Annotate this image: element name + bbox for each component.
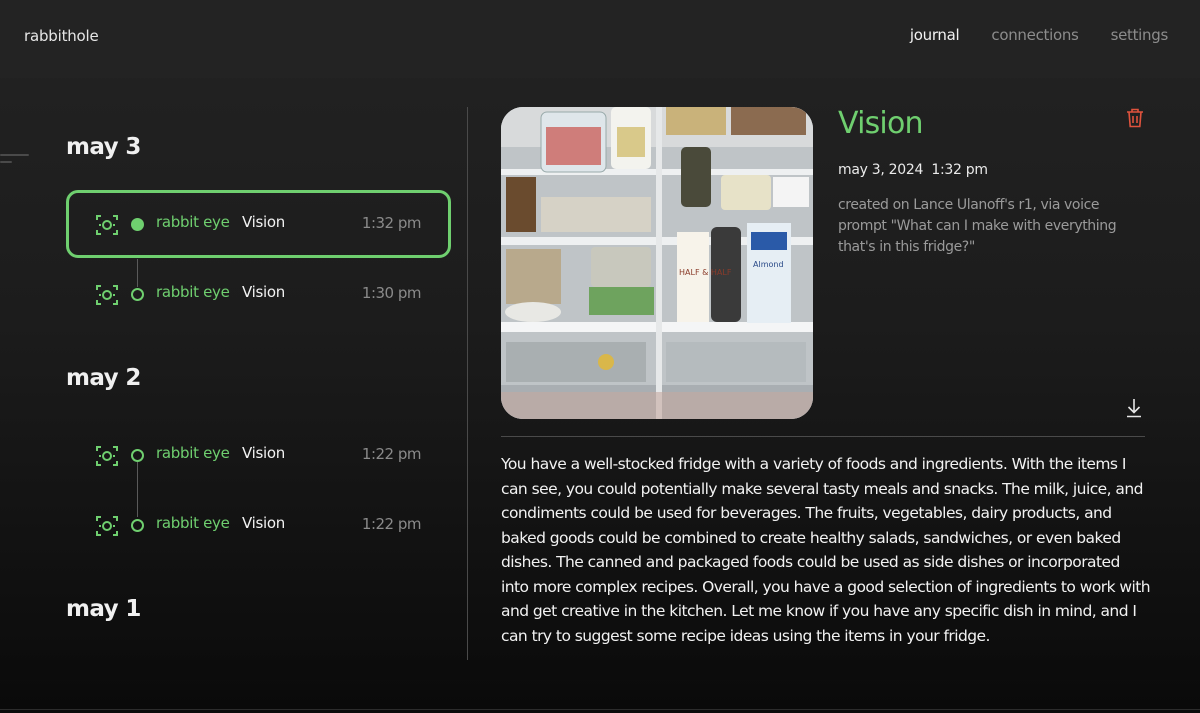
panel-divider — [467, 107, 468, 660]
camera-focus-icon — [96, 515, 118, 541]
day-heading: may 2 — [66, 365, 141, 391]
detail-date: may 3, 2024 1:32 pm — [838, 162, 988, 178]
camera-focus-icon — [96, 284, 118, 310]
nav-settings[interactable]: settings — [1111, 26, 1169, 44]
entry-time: 1:30 pm — [361, 284, 422, 302]
day-heading: may 1 — [66, 596, 141, 622]
journal-entry[interactable]: rabbit eye Vision 1:22 pm — [66, 421, 451, 489]
entry-source: rabbit eye — [156, 514, 230, 532]
entry-source: rabbit eye — [156, 213, 230, 231]
brand-logo[interactable]: rabbithole — [24, 27, 99, 45]
journal-entry[interactable]: rabbit eye Vision 1:22 pm — [66, 491, 451, 559]
fridge-photo[interactable]: HALF & HALF Almond — [501, 107, 813, 419]
journal-entry[interactable]: rabbit eye Vision 1:30 pm — [66, 260, 451, 328]
timeline-dot — [131, 218, 144, 231]
camera-focus-icon — [96, 214, 118, 240]
day-heading: may 3 — [66, 134, 141, 160]
entry-source: rabbit eye — [156, 444, 230, 462]
timeline-dot — [131, 449, 144, 462]
nav-connections[interactable]: connections — [991, 26, 1078, 44]
entry-time: 1:22 pm — [361, 445, 422, 463]
entry-time: 1:32 pm — [361, 214, 422, 232]
entry-title: Vision — [242, 444, 285, 462]
response-text: You have a well-stocked fridge with a va… — [501, 455, 1151, 645]
camera-focus-icon — [96, 445, 118, 471]
main-nav: journal connections settings — [910, 26, 1168, 44]
nav-journal[interactable]: journal — [910, 26, 960, 44]
download-icon[interactable] — [1125, 398, 1143, 422]
detail-meta: created on Lance Ulanoff's r1, via voice… — [838, 197, 1117, 255]
journal-entry[interactable]: rabbit eye Vision 1:32 pm — [66, 190, 451, 258]
detail-title: Vision — [838, 106, 924, 141]
entry-source: rabbit eye — [156, 283, 230, 301]
entry-time: 1:22 pm — [361, 515, 422, 533]
carton-label: Almond — [753, 260, 784, 269]
entry-title: Vision — [242, 514, 285, 532]
timeline-dot — [131, 288, 144, 301]
timeline-dot — [131, 519, 144, 532]
top-bar: rabbithole journal connections settings — [0, 0, 1200, 78]
entry-title: Vision — [242, 213, 285, 231]
bottom-border — [0, 709, 1200, 710]
entry-title: Vision — [242, 283, 285, 301]
edge-dashes — [0, 154, 29, 168]
trash-icon[interactable] — [1126, 108, 1144, 132]
detail-divider — [501, 436, 1145, 437]
carton-label: HALF & HALF — [679, 268, 732, 277]
